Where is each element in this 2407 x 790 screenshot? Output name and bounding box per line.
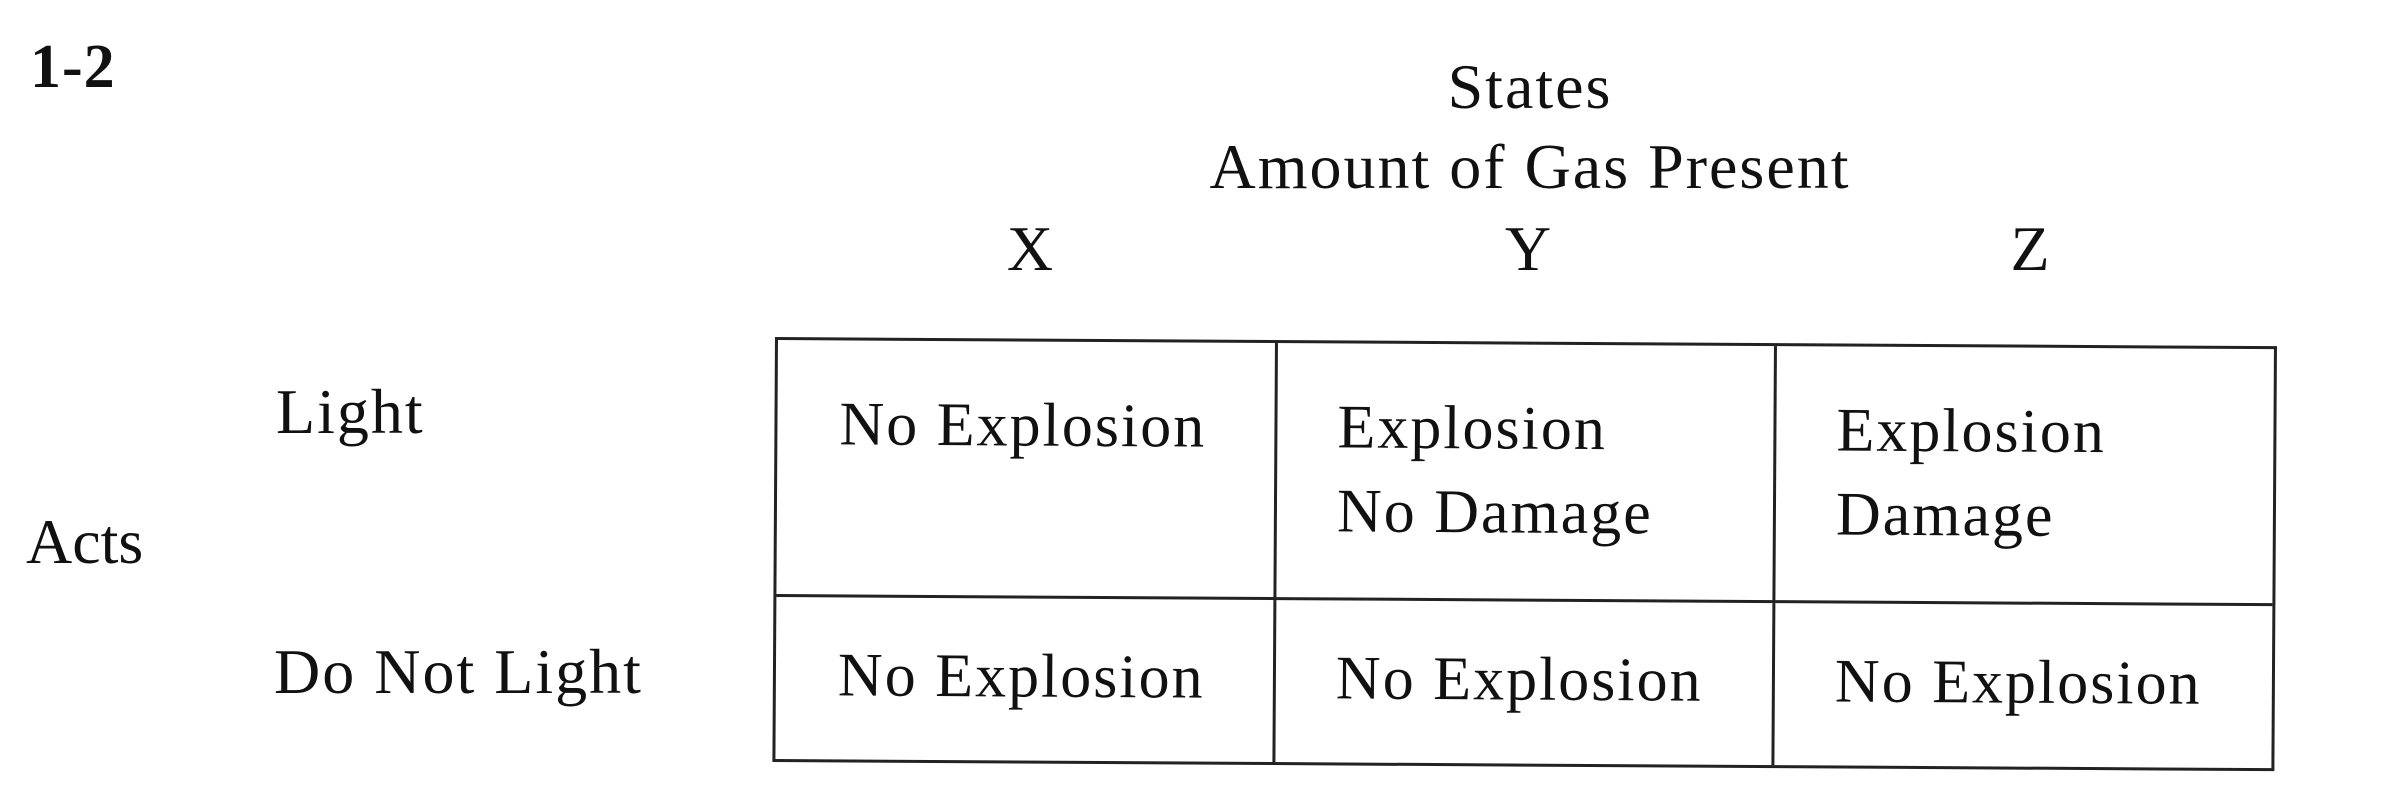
column-header-x: X	[1006, 213, 1054, 284]
cell-text: No Damage	[1336, 477, 1653, 548]
cell-light-z: Explosion Damage	[1775, 346, 2274, 607]
cell-text: No Explosion	[837, 641, 1205, 712]
cell-text: Explosion	[1836, 396, 2107, 467]
cell-light-y: Explosion No Damage	[1276, 343, 1777, 604]
cell-light-x: No Explosion	[776, 340, 1278, 601]
cell-text: Damage	[1835, 480, 2055, 550]
cell-text: No Explosion	[1834, 647, 2202, 718]
cell-text: No Explosion	[1335, 644, 1703, 715]
acts-label: Acts	[26, 506, 144, 577]
column-header-z: Z	[2010, 213, 2050, 284]
states-title: States	[1447, 51, 1613, 122]
cell-do-not-light-x: No Explosion	[775, 597, 1277, 763]
column-header-y: Y	[1504, 213, 1552, 284]
cell-do-not-light-z: No Explosion	[1774, 603, 2272, 768]
states-subtitle: Amount of Gas Present	[1209, 131, 1851, 202]
cell-do-not-light-y: No Explosion	[1275, 600, 1776, 766]
cell-text: No Explosion	[839, 390, 1207, 461]
row-label-light: Light	[276, 376, 425, 447]
row-label-do-not-light: Do Not Light	[274, 636, 643, 707]
cell-text: Explosion	[1337, 393, 1608, 464]
problem-number: 1-2	[30, 33, 116, 101]
outcome-table: No Explosion Explosion No Damage Explosi…	[772, 337, 2277, 772]
